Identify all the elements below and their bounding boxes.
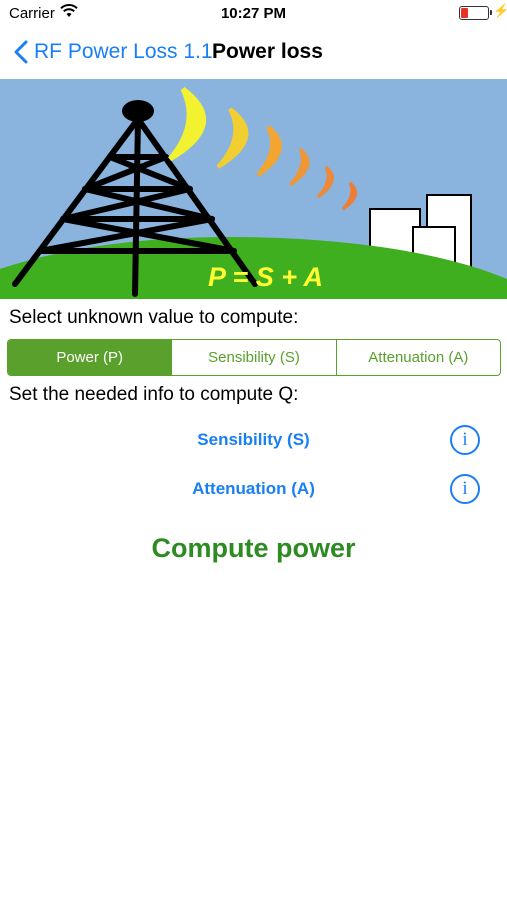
chevron-left-icon bbox=[14, 40, 28, 64]
page-title: Power loss bbox=[212, 40, 323, 63]
attenuation-row: Attenuation (A) i bbox=[0, 474, 507, 506]
needed-info-label: Set the needed info to compute Q: bbox=[9, 384, 299, 405]
charging-bolt-icon: ⚡ bbox=[493, 3, 507, 18]
compute-power-button[interactable]: Compute power bbox=[0, 533, 507, 564]
select-unknown-label: Select unknown value to compute: bbox=[9, 307, 299, 328]
info-icon[interactable]: i bbox=[450, 474, 480, 504]
info-icon[interactable]: i bbox=[450, 425, 480, 455]
back-button[interactable]: RF Power Loss 1.1 bbox=[14, 40, 213, 64]
formula-label: P = S + A bbox=[208, 262, 324, 292]
unknown-value-segmented-control: Power (P) Sensibility (S) Attenuation (A… bbox=[7, 339, 501, 376]
segment-attenuation[interactable]: Attenuation (A) bbox=[337, 340, 500, 375]
attenuation-button[interactable]: Attenuation (A) bbox=[0, 479, 507, 499]
navigation-bar: RF Power Loss 1.1 Power loss bbox=[0, 28, 507, 78]
sensibility-row: Sensibility (S) i bbox=[0, 425, 507, 457]
status-time: 10:27 PM bbox=[220, 5, 287, 22]
status-bar: Carrier 10:27 PM ⚡ bbox=[0, 0, 507, 28]
sensibility-button[interactable]: Sensibility (S) bbox=[0, 430, 507, 450]
segment-power[interactable]: Power (P) bbox=[8, 340, 173, 375]
segment-sensibility[interactable]: Sensibility (S) bbox=[172, 340, 337, 375]
back-button-label: RF Power Loss 1.1 bbox=[34, 40, 213, 63]
battery-icon bbox=[459, 6, 492, 20]
